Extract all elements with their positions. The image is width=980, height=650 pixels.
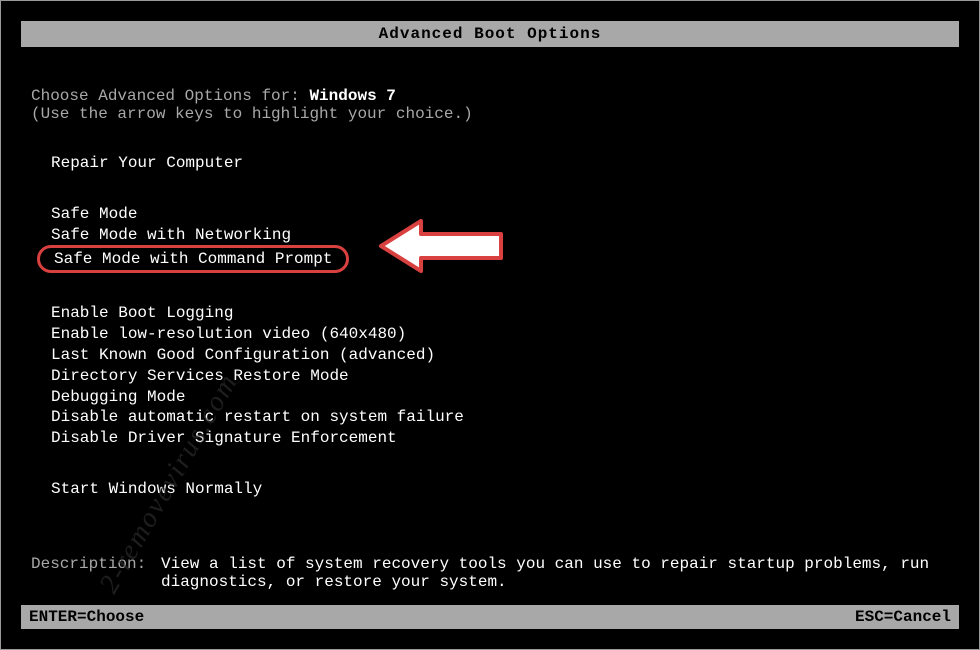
description-label: Description: xyxy=(31,555,161,591)
menu-item-start-normally[interactable]: Start Windows Normally xyxy=(51,479,949,500)
menu-item-low-res[interactable]: Enable low-resolution video (640x480) xyxy=(51,324,949,345)
intro-hint: (Use the arrow keys to highlight your ch… xyxy=(31,105,949,123)
menu-item-ds-restore[interactable]: Directory Services Restore Mode xyxy=(51,366,949,387)
menu-item-safe-mode[interactable]: Safe Mode xyxy=(51,204,949,225)
menu-item-repair[interactable]: Repair Your Computer xyxy=(51,153,949,174)
menu-item-disable-restart[interactable]: Disable automatic restart on system fail… xyxy=(51,407,949,428)
footer-enter-hint: ENTER=Choose xyxy=(29,608,144,626)
menu-group-safe: Safe Mode Safe Mode with Networking Safe… xyxy=(51,204,949,274)
description-text: View a list of system recovery tools you… xyxy=(161,555,949,591)
title-bar: Advanced Boot Options xyxy=(21,21,959,47)
menu-group-normal: Start Windows Normally xyxy=(51,479,949,500)
menu-item-debugging[interactable]: Debugging Mode xyxy=(51,387,949,408)
menu-group-advanced: Enable Boot Logging Enable low-resolutio… xyxy=(51,303,949,449)
content-area: Choose Advanced Options for: Windows 7 (… xyxy=(1,87,979,591)
footer-esc-hint: ESC=Cancel xyxy=(855,608,951,626)
intro-prefix: Choose Advanced Options for: xyxy=(31,87,309,105)
intro-section: Choose Advanced Options for: Windows 7 (… xyxy=(31,87,949,123)
os-name: Windows 7 xyxy=(309,87,395,105)
boot-menu[interactable]: Repair Your Computer Safe Mode Safe Mode… xyxy=(31,153,949,500)
screen-title: Advanced Boot Options xyxy=(379,25,602,43)
menu-item-safe-mode-networking[interactable]: Safe Mode with Networking xyxy=(51,225,949,246)
menu-item-boot-logging[interactable]: Enable Boot Logging xyxy=(51,303,949,324)
footer-bar: ENTER=Choose ESC=Cancel xyxy=(21,605,959,629)
menu-item-safe-mode-cmd-wrapper[interactable]: Safe Mode with Command Prompt xyxy=(51,245,949,273)
description-section: Description: View a list of system recov… xyxy=(31,555,949,591)
menu-item-safe-mode-cmd[interactable]: Safe Mode with Command Prompt xyxy=(37,245,349,273)
menu-item-disable-driver-sig[interactable]: Disable Driver Signature Enforcement xyxy=(51,428,949,449)
menu-item-last-known[interactable]: Last Known Good Configuration (advanced) xyxy=(51,345,949,366)
